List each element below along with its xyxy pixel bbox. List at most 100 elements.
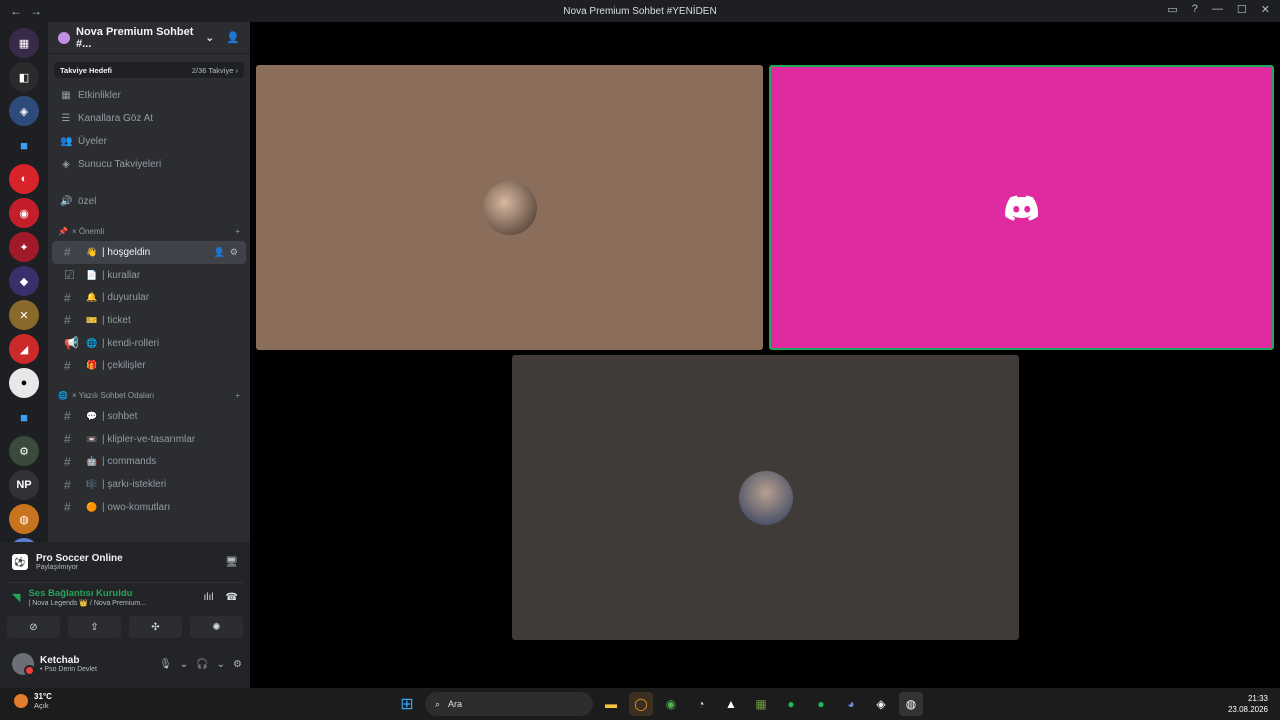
help-icon[interactable]: ? (1192, 3, 1198, 16)
activity-panel: ⚽ Pro Soccer Online Paylaşılmıyor 🖥 (6, 544, 244, 580)
headphones-icon[interactable]: 🎧 (196, 659, 208, 670)
folder-icon[interactable]: ■ (9, 402, 39, 432)
channel-ticket[interactable]: # 🎫 | ticket (52, 309, 246, 332)
date: 23.08.2026 (1227, 705, 1268, 714)
channel-kurallar[interactable]: ☑ 📄 | kurallar (52, 264, 246, 287)
guild-icon[interactable]: ◈ (9, 96, 39, 126)
channel-sohbet[interactable]: # 💬 | sohbet (52, 405, 246, 428)
invite-user-icon[interactable]: 👤 (226, 31, 240, 44)
add-channel-icon[interactable]: + (235, 391, 240, 400)
menu-item-events[interactable]: ▦ Etkinlikler (48, 84, 250, 107)
user-area: Ketchab • Pso Derin Devlet 🎙 ⌄ 🎧 ⌄ ⚙ (0, 646, 250, 682)
guild-np[interactable]: NP (9, 470, 39, 500)
channel-kendi-rolleri[interactable]: 📢 🌐 | kendi-rolleri (52, 332, 246, 355)
guild-icon[interactable]: ⚙ (9, 436, 39, 466)
participant-tile[interactable] (256, 65, 763, 350)
spotify-icon[interactable]: ● (809, 692, 833, 716)
back-arrow-icon[interactable]: ← (10, 4, 22, 18)
voice-buttons: ⊘ ⇪ ✣ ✺ (0, 612, 250, 642)
channel-klipler[interactable]: # 📼 | klipler-ve-tasarımlar (52, 428, 246, 451)
forward-arrow-icon[interactable]: → (30, 4, 42, 18)
screen-share-button[interactable]: ⇪ (68, 616, 121, 638)
soundboard-button[interactable]: ✺ (190, 616, 243, 638)
taskbar-search[interactable]: ⌕ Ara (425, 692, 593, 716)
folder-icon[interactable]: ■ (9, 130, 39, 160)
activity-title: Pro Soccer Online (36, 553, 123, 564)
camera-off-button[interactable]: ⊘ (7, 616, 60, 638)
noise-suppression-icon[interactable]: ılıl (204, 592, 214, 603)
stream-game-icon[interactable]: 🖥 (225, 557, 238, 568)
windows-start-icon[interactable]: ⊞ (395, 692, 419, 716)
disconnect-icon[interactable]: ☎ (226, 592, 238, 603)
guild-icon[interactable]: ● (9, 368, 39, 398)
channel-ozel[interactable]: 🔊 özel (48, 190, 250, 213)
weather-widget[interactable]: 31°C Açık (14, 692, 52, 710)
participant-tile-speaking[interactable] (769, 65, 1274, 350)
user-panel: ⚽ Pro Soccer Online Paylaşılmıyor 🖥 ◥ Se… (0, 542, 250, 688)
voice-channel-label[interactable]: | Nova Legends 👑 / Nova Premium... (28, 599, 203, 607)
app-icon[interactable]: ◈ (869, 692, 893, 716)
guild-icon[interactable]: ◐ (9, 164, 39, 194)
channel-duyurular[interactable]: # 🔔 | duyurular (52, 286, 246, 309)
server-name: Nova Premium Sohbet #... (76, 25, 194, 50)
speaker-icon: 🔊 (60, 196, 73, 207)
guild-folder-icon[interactable]: ▦ (9, 28, 39, 58)
invite-icon[interactable]: 👤 (214, 247, 225, 258)
chrome-icon[interactable]: ◉ (659, 692, 683, 716)
signal-icon: ◥ (12, 592, 21, 604)
chevron-down-icon[interactable]: ⌄ (180, 659, 188, 670)
guild-icon[interactable]: ◢ (9, 334, 39, 364)
menu-item-members[interactable]: 👥 Üyeler (48, 130, 250, 153)
opera-icon[interactable]: ◯ (629, 692, 653, 716)
microphone-icon[interactable]: 🎙 (159, 659, 172, 670)
file-explorer-icon[interactable]: ▬ (599, 692, 623, 716)
guild-icon[interactable]: ◧ (9, 62, 39, 92)
steam-icon[interactable]: ◔ (689, 692, 713, 716)
channel-cekilisler[interactable]: # 🎁 | çekilişler (52, 354, 246, 377)
avatar[interactable] (12, 653, 35, 676)
voice-status: ◥ Ses Bağlantısı Kuruldu | Nova Legends … (6, 582, 244, 612)
epic-games-icon[interactable]: ▲ (719, 692, 743, 716)
guild-icon[interactable]: ◍ (9, 504, 39, 534)
server-header[interactable]: Nova Premium Sohbet #... ⌄ 👤 (48, 22, 250, 54)
minecraft-icon[interactable]: ▦ (749, 692, 773, 716)
channel-name: | ticket (102, 314, 131, 326)
guild-icon[interactable]: ◆ (9, 266, 39, 296)
add-channel-icon[interactable]: + (235, 227, 240, 236)
spotify-icon[interactable]: ● (779, 692, 803, 716)
gear-icon[interactable]: ⚙ (233, 659, 242, 670)
guild-icon[interactable]: ◉ (9, 198, 39, 228)
channel-name: | hoşgeldin (102, 246, 151, 258)
close-button[interactable]: ✕ (1261, 3, 1270, 16)
channel-emoji: 🔔 (86, 292, 98, 303)
gear-icon[interactable]: ⚙ (230, 247, 238, 258)
clock[interactable]: 21:33 23.08.2026 (1228, 693, 1268, 715)
menu-item-label: Sunucu Takviyeleri (78, 159, 162, 170)
voice-connected-label[interactable]: Ses Bağlantısı Kuruldu (28, 588, 203, 599)
channel-hosgeldin[interactable]: # 👋 | hoşgeldin 👤 ⚙ (52, 241, 246, 264)
channel-commands[interactable]: # 🤖 | commands (52, 451, 246, 474)
username[interactable]: Ketchab (40, 655, 159, 666)
minimize-button[interactable]: — (1212, 3, 1223, 16)
channel-sarki-istekleri[interactable]: # 🎼 | şarkı-istekleri (52, 473, 246, 496)
menu-item-browse-channels[interactable]: ☰ Kanallara Göz At (48, 107, 250, 130)
channel-owo-komutlari[interactable]: # 🟠 | owo-komutları (52, 496, 246, 519)
boost-goal[interactable]: Takviye Hedefi 2/36 Takviye › (54, 62, 244, 78)
chevron-down-icon[interactable]: ⌄ (217, 659, 225, 670)
taskbar: 31°C Açık ⊞ ⌕ Ara ▬ ◯ ◉ ◔ ▲ ▦ ● ● ◕ ◈ ◍ … (0, 688, 1280, 720)
channel-name: | commands (102, 456, 157, 468)
obs-icon[interactable]: ◍ (899, 692, 923, 716)
channel-name: | çekilişler (102, 360, 146, 372)
guild-icon[interactable]: ✦ (9, 232, 39, 262)
channel-sidebar: Nova Premium Sohbet #... ⌄ 👤 Takviye Hed… (48, 22, 250, 542)
maximize-button[interactable]: ☐ (1237, 3, 1247, 16)
inbox-icon[interactable]: ▭ (1167, 3, 1177, 16)
activities-button[interactable]: ✣ (129, 616, 182, 638)
participant-tile[interactable] (512, 355, 1019, 640)
category-yazili-sohbet[interactable]: 🌐 × Yazılı Sohbet Odaları + (48, 385, 250, 405)
menu-item-boosts[interactable]: ◈ Sunucu Takviyeleri (48, 153, 250, 176)
category-onemli[interactable]: 📌 × Önemli + (48, 221, 250, 241)
discord-icon[interactable]: ◕ (839, 692, 863, 716)
participant-avatar (482, 180, 537, 235)
guild-icon[interactable]: ✕ (9, 300, 39, 330)
